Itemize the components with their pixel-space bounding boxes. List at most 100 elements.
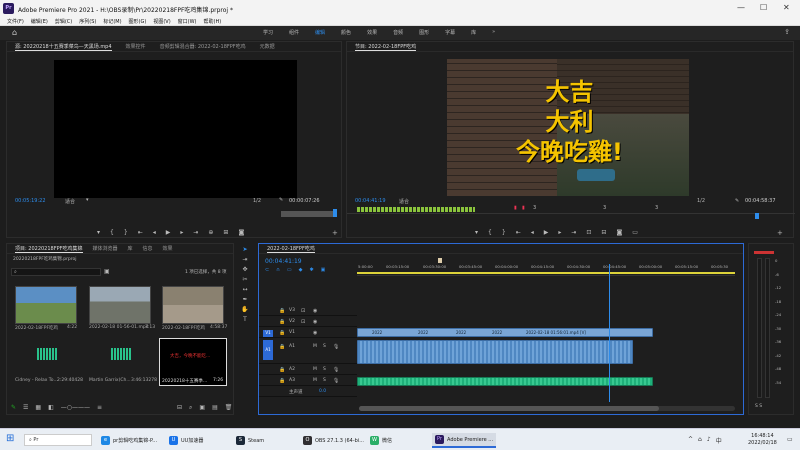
home-icon[interactable]: ⌂ <box>12 28 17 37</box>
go-to-out-icon[interactable]: ⇥ <box>193 229 198 236</box>
taskbar-search-input[interactable]: ⌕ Pr <box>24 434 92 446</box>
marker-add-icon[interactable]: ◆ <box>299 267 303 273</box>
work-area-bar[interactable] <box>357 272 735 274</box>
media-thumbnail[interactable] <box>162 286 224 324</box>
marker-icon[interactable]: ▾ <box>97 229 100 236</box>
menu-window[interactable]: 窗口(W) <box>178 18 197 25</box>
out-marker-icon[interactable]: ▮ <box>522 205 525 211</box>
sort-icon[interactable]: ≡ <box>97 404 102 411</box>
new-bin-icon[interactable]: ▣ <box>104 268 110 275</box>
icon-view-icon[interactable]: ▦ <box>35 404 41 411</box>
media-thumbnail[interactable] <box>89 286 151 324</box>
taskbar-item-browser[interactable]: e pr剪辑吃鸡集锦-P... <box>98 433 160 448</box>
step-back-icon[interactable]: ◂ <box>153 229 156 236</box>
timeline-playhead[interactable] <box>609 264 610 402</box>
mute-button[interactable]: M <box>313 378 317 383</box>
lock-icon[interactable]: 🔒 <box>279 378 285 384</box>
nest-icon[interactable]: ▭ <box>287 267 292 273</box>
menu-marker[interactable]: 标记(M) <box>103 18 121 25</box>
lock-icon[interactable]: 🔒 <box>279 319 285 325</box>
freeform-view-icon[interactable]: ◧ <box>48 404 54 411</box>
solo-button[interactable]: S <box>323 378 326 383</box>
insert-icon[interactable]: ⊕ <box>208 229 213 236</box>
share-icon[interactable]: ⇪ <box>784 28 790 36</box>
master-volume[interactable]: 0.0 <box>319 389 326 394</box>
automate-icon[interactable]: ⊟ <box>177 404 182 412</box>
project-search-input[interactable]: ⌕ <box>11 268 101 276</box>
lift-icon[interactable]: ⊡ <box>586 229 591 236</box>
tab-metadata[interactable]: 元数据 <box>260 43 275 50</box>
windows-start-icon[interactable]: ⊞ <box>6 434 14 444</box>
zoom-slider[interactable]: —○——— <box>61 404 90 411</box>
tab-effects[interactable]: 效果 <box>367 29 377 36</box>
tab-captions[interactable]: 字幕 <box>445 29 455 36</box>
tab-audio[interactable]: 音频 <box>393 29 403 36</box>
network-icon[interactable]: ⌂ <box>698 436 702 445</box>
source-scrubber[interactable] <box>281 211 335 217</box>
settings-icon[interactable]: ✱ <box>309 267 313 273</box>
sync-lock-icon[interactable]: ⊡ <box>301 319 305 325</box>
camera-icon[interactable]: ◙ <box>238 229 244 236</box>
solo-buttons[interactable]: S S <box>755 404 762 409</box>
tab-effects[interactable]: 效果 <box>163 245 173 252</box>
slip-tool-icon[interactable]: ↔ <box>242 286 247 293</box>
taskbar-item-uu[interactable]: U UU加速器 <box>166 433 206 448</box>
track-select-tool-icon[interactable]: ⇥ <box>242 256 247 263</box>
razor-tool-icon[interactable]: ✂ <box>242 276 247 283</box>
link-icon[interactable]: ∩ <box>276 267 280 273</box>
lock-icon[interactable]: 🔒 <box>279 308 285 314</box>
a1-clip[interactable] <box>357 340 633 364</box>
camera-icon[interactable]: ◙ <box>616 229 622 236</box>
step-back-icon[interactable]: ◂ <box>531 229 534 236</box>
wrench-icon[interactable]: ✎ <box>735 198 739 204</box>
program-fit-dropdown[interactable]: 适合 <box>399 198 409 205</box>
menu-clip[interactable]: 剪辑(C) <box>55 18 72 25</box>
lock-icon[interactable]: 🔒 <box>279 367 285 373</box>
tab-program[interactable]: 节目: 2022-02-18FPF吃鸡 <box>355 43 417 51</box>
program-playhead[interactable] <box>755 213 759 219</box>
close-icon[interactable]: ✕ <box>783 3 790 12</box>
source-playhead-timecode[interactable]: 00:05:19:22 <box>15 198 46 204</box>
minimize-icon[interactable]: — <box>737 3 745 12</box>
menu-sequence[interactable]: 序列(S) <box>79 18 96 25</box>
add-button-icon[interactable]: + <box>777 229 783 237</box>
go-to-in-icon[interactable]: ⇤ <box>516 229 521 236</box>
media-thumbnail[interactable] <box>15 286 77 324</box>
pen-tool-icon[interactable]: ✒ <box>242 296 247 303</box>
marker-icon[interactable]: ▾ <box>475 229 478 236</box>
tab-editing[interactable]: 编辑 <box>315 29 325 36</box>
sync-lock-icon[interactable]: ⊡ <box>301 308 305 314</box>
tab-effect-controls[interactable]: 效果控件 <box>126 43 146 50</box>
play-icon[interactable]: ▶ <box>166 229 171 236</box>
source-quality-dropdown[interactable]: 1/2 <box>253 198 261 204</box>
lock-icon[interactable]: 🔒 <box>279 344 285 350</box>
mute-button[interactable]: M <box>313 367 317 372</box>
timeline-scrollbar[interactable] <box>359 406 735 411</box>
program-quality-dropdown[interactable]: 1/2 <box>697 198 705 204</box>
tab-sequence[interactable]: 2022-02-18FPF吃鸡 <box>267 245 315 253</box>
go-to-out-icon[interactable]: ⇥ <box>571 229 576 236</box>
input-method-indicator[interactable]: 中 <box>716 436 722 445</box>
taskbar-item-obs[interactable]: O OBS 27.1.3 (64-bi... <box>300 433 367 448</box>
menu-edit[interactable]: 编辑(E) <box>31 18 48 25</box>
mark-in-icon[interactable]: { <box>110 229 114 236</box>
source-playhead[interactable] <box>333 209 337 217</box>
add-button-icon[interactable]: + <box>332 229 338 237</box>
program-video-frame[interactable]: 大吉 大利 今晚吃雞! <box>447 59 689 196</box>
extract-icon[interactable]: ⊟ <box>601 229 606 236</box>
source-fit-dropdown[interactable]: 适合 <box>65 198 75 205</box>
microphone-icon[interactable]: 🎙 <box>333 378 339 384</box>
trash-icon[interactable]: 🗑 <box>225 404 233 412</box>
clock[interactable]: 16:48:14 2022/02/18 <box>748 433 777 447</box>
selection-tool-icon[interactable]: ➤ <box>242 246 247 253</box>
chevron-up-icon[interactable]: ^ <box>688 436 693 445</box>
type-tool-icon[interactable]: T <box>243 316 247 323</box>
menu-file[interactable]: 文件(F) <box>7 18 24 25</box>
mark-out-icon[interactable]: } <box>124 229 128 236</box>
tab-color[interactable]: 颜色 <box>341 29 351 36</box>
maximize-icon[interactable]: ☐ <box>760 3 767 12</box>
program-playhead-timecode[interactable]: 00:04:41:19 <box>355 198 386 204</box>
program-timebar[interactable] <box>347 213 795 214</box>
eye-icon[interactable]: ◉ <box>313 308 317 314</box>
pencil-icon[interactable]: ✎ <box>11 404 16 411</box>
